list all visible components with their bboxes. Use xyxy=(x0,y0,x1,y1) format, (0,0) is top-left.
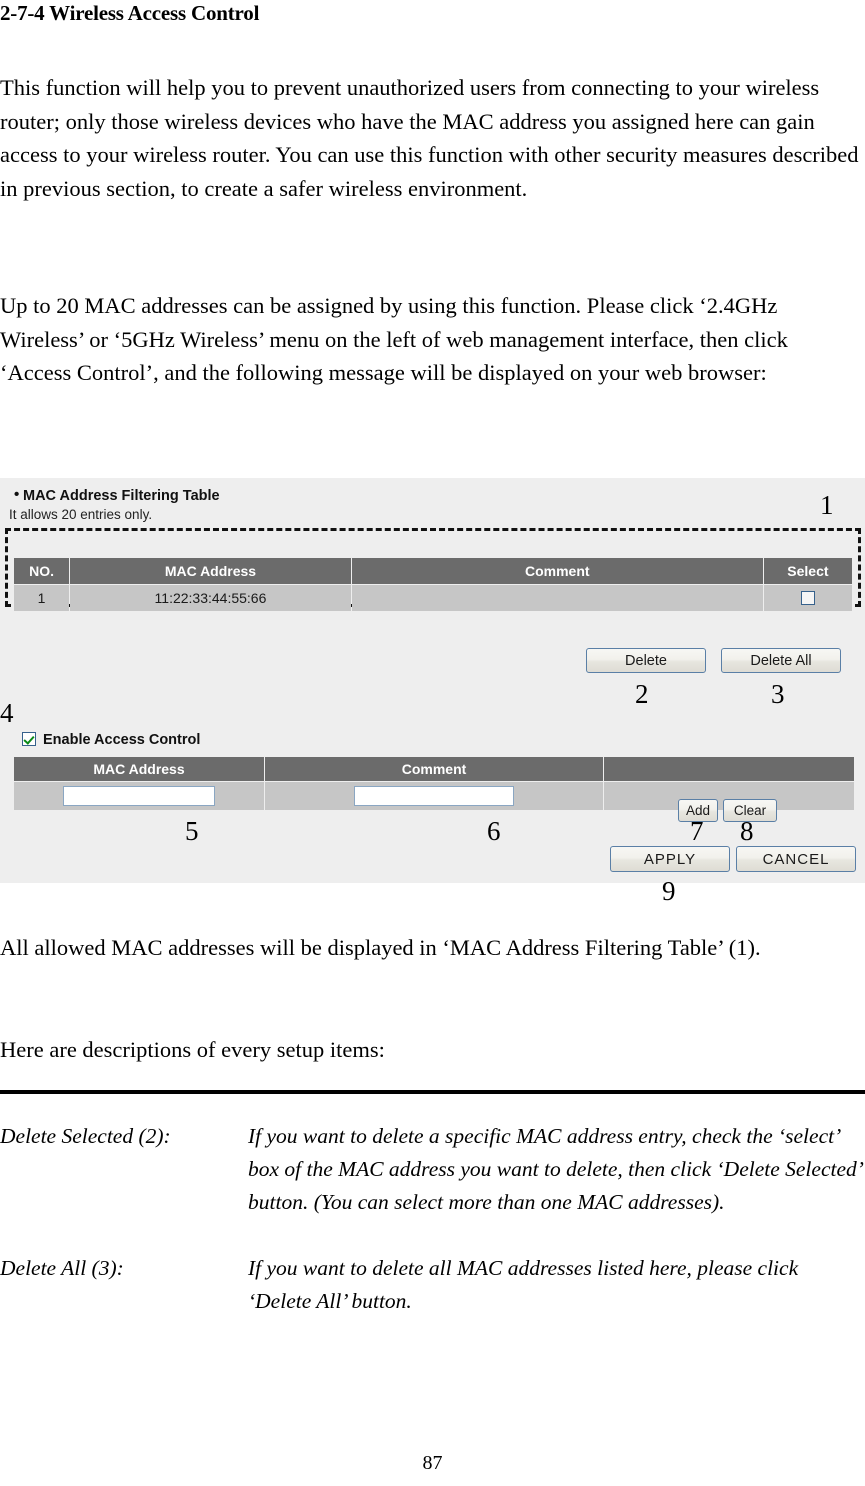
column-header-mac: MAC Address xyxy=(70,558,351,584)
instructions-paragraph: Up to 20 MAC addresses can be assigned b… xyxy=(0,293,788,385)
document-page: 2-7-4 Wireless Access Control This funct… xyxy=(0,0,865,1486)
mac-address-input[interactable] xyxy=(63,786,215,806)
definition-item: Delete Selected (2): If you want to dele… xyxy=(0,1120,865,1219)
router-ui-screenshot: • MAC Address Filtering Table It allows 2… xyxy=(0,478,865,883)
intro-paragraph: This function will help you to prevent u… xyxy=(0,75,859,201)
table-row: 1 11:22:33:44:55:66 xyxy=(14,585,852,611)
setup-items-definition-list: Delete Selected (2): If you want to dele… xyxy=(0,1120,865,1318)
callout-2: 2 xyxy=(635,679,649,709)
callout-7: 7 xyxy=(690,816,704,846)
section-divider xyxy=(0,1090,865,1094)
delete-all-button[interactable]: Delete All xyxy=(721,648,841,673)
callout-8: 8 xyxy=(740,816,754,846)
table-reference-paragraph: All allowed MAC addresses will be displa… xyxy=(0,935,761,960)
descriptions-lead-paragraph: Here are descriptions of every setup ite… xyxy=(0,1037,385,1062)
enable-access-control-label: Enable Access Control xyxy=(43,732,201,748)
page-number: 87 xyxy=(422,1452,443,1474)
entry-cell-mac xyxy=(14,782,264,810)
entry-column-header-comment: Comment xyxy=(265,757,603,781)
callout-5: 5 xyxy=(185,816,199,846)
callout-3: 3 xyxy=(771,679,785,709)
mac-filtering-table: NO. MAC Address Comment Select 1 11:22:3… xyxy=(13,557,853,612)
column-header-comment: Comment xyxy=(351,558,763,584)
column-header-select: Select xyxy=(763,558,852,584)
comment-input[interactable] xyxy=(354,786,514,806)
callout-9: 9 xyxy=(662,876,676,906)
definition-description: If you want to delete all MAC addresses … xyxy=(248,1256,799,1313)
cancel-button[interactable]: CANCEL xyxy=(736,846,856,872)
enable-access-control-row[interactable]: Enable Access Control xyxy=(22,732,200,748)
row-select-checkbox[interactable] xyxy=(800,591,815,605)
definition-term: Delete All (3): xyxy=(0,1256,124,1280)
entry-column-header-mac: MAC Address xyxy=(14,757,264,781)
table-header-row: NO. MAC Address Comment Select xyxy=(14,558,852,584)
bullet-icon: • xyxy=(14,486,20,503)
filtering-table-heading: • MAC Address Filtering Table xyxy=(14,486,220,504)
callout-6: 6 xyxy=(487,816,501,846)
entry-header-row: MAC Address Comment xyxy=(14,757,854,781)
callout-4: 4 xyxy=(0,698,14,728)
entry-column-header-actions xyxy=(604,757,854,781)
page-title: 2-7-4 Wireless Access Control xyxy=(0,1,260,25)
definition-description: If you want to delete a specific MAC add… xyxy=(248,1124,862,1214)
enable-access-control-checkbox[interactable] xyxy=(22,732,36,746)
entry-cell-comment xyxy=(265,782,603,810)
filtering-table-subheading: It allows 20 entries only. xyxy=(9,507,153,522)
cell-comment xyxy=(351,585,763,611)
cell-no: 1 xyxy=(14,585,70,611)
cell-mac: 11:22:33:44:55:66 xyxy=(70,585,351,611)
apply-button[interactable]: APPLY xyxy=(610,846,730,872)
definition-term: Delete Selected (2): xyxy=(0,1124,171,1148)
delete-button[interactable]: Delete xyxy=(586,648,706,673)
column-header-no: NO. xyxy=(14,558,70,584)
definition-item: Delete All (3): If you want to delete al… xyxy=(0,1252,865,1318)
cell-select xyxy=(763,585,852,611)
filtering-table-heading-label: MAC Address Filtering Table xyxy=(23,488,220,504)
callout-1: 1 xyxy=(820,490,834,520)
